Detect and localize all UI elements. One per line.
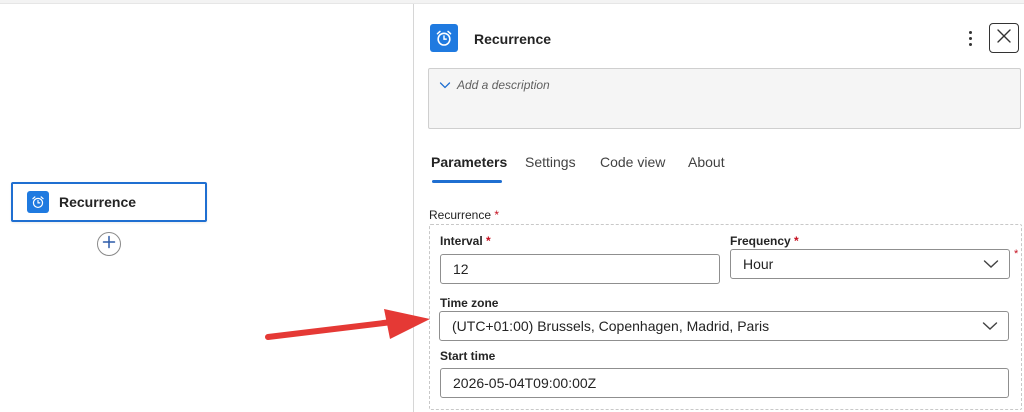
time-zone-value: (UTC+01:00) Brussels, Copenhagen, Madrid… <box>452 318 770 334</box>
interval-value: 12 <box>453 261 469 277</box>
alarm-clock-icon <box>430 24 458 52</box>
start-time-input[interactable]: 2026-05-04T09:00:00Z <box>440 368 1009 398</box>
close-panel-button[interactable] <box>989 23 1019 53</box>
annotation-arrow <box>265 309 430 340</box>
tab-code-view[interactable]: Code view <box>600 154 665 170</box>
required-mark: * <box>794 234 799 248</box>
time-zone-label: Time zone <box>440 296 499 310</box>
tab-parameters[interactable]: Parameters <box>431 154 507 170</box>
add-step-button[interactable] <box>97 232 121 256</box>
chevron-down-icon[interactable] <box>439 77 451 95</box>
section-label-text: Recurrence <box>429 208 492 222</box>
active-tab-indicator <box>432 180 502 183</box>
more-vertical-icon <box>968 30 972 34</box>
interval-label-text: Interval <box>440 234 483 248</box>
section-label-recurrence: Recurrence * <box>429 208 499 222</box>
designer-canvas[interactable]: Recurrence <box>0 4 413 412</box>
frequency-value: Hour <box>743 256 774 272</box>
more-options-button[interactable] <box>960 26 980 50</box>
more-vertical-icon-dot <box>968 42 972 46</box>
recurrence-trigger-node[interactable]: Recurrence <box>11 182 207 222</box>
description-field[interactable]: Add a description <box>428 68 1021 129</box>
frequency-label: Frequency * <box>730 234 799 248</box>
start-time-value: 2026-05-04T09:00:00Z <box>453 375 597 391</box>
panel-title[interactable]: Recurrence <box>474 31 551 47</box>
properties-panel: Recurrence Add a description Parameters … <box>413 4 1024 412</box>
plus-icon <box>102 235 116 254</box>
description-placeholder: Add a description <box>457 78 550 92</box>
tab-settings[interactable]: Settings <box>525 154 576 170</box>
more-vertical-icon-dot <box>968 36 972 40</box>
close-icon <box>996 28 1012 49</box>
alarm-clock-icon <box>27 191 49 213</box>
start-time-label: Start time <box>440 349 496 363</box>
node-label: Recurrence <box>59 194 137 210</box>
time-zone-select[interactable]: (UTC+01:00) Brussels, Copenhagen, Madrid… <box>439 311 1009 341</box>
tab-about[interactable]: About <box>688 154 725 170</box>
frequency-label-text: Frequency <box>730 234 791 248</box>
required-mark: * <box>486 234 491 248</box>
required-mark: * <box>1014 248 1019 260</box>
interval-label: Interval * <box>440 234 491 248</box>
chevron-down-icon <box>983 256 999 272</box>
interval-input[interactable]: 12 <box>440 254 720 284</box>
chevron-down-icon <box>982 318 998 334</box>
frequency-select[interactable]: Hour <box>730 249 1010 279</box>
required-mark: * <box>494 208 500 222</box>
